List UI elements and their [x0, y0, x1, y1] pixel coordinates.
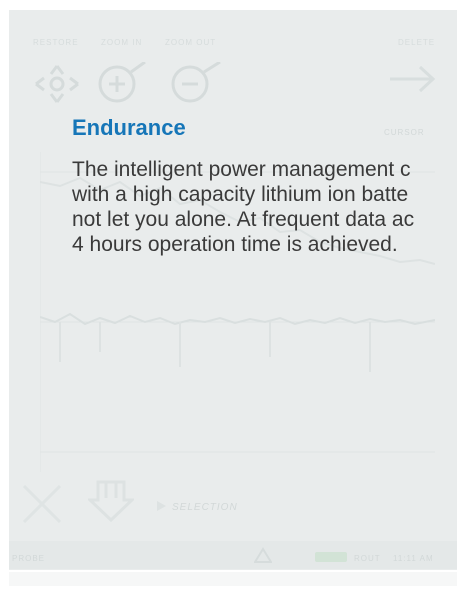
warning-icon	[254, 547, 272, 563]
description-line: The intelligent power management c	[72, 158, 411, 181]
close-icon	[22, 484, 62, 524]
clock-label: 11:11 AM	[393, 554, 434, 563]
selection-label: SELECTION	[172, 502, 238, 513]
device-status-bar	[9, 541, 457, 569]
feature-heading: Endurance	[72, 115, 186, 140]
feature-description: The intelligent power management c with …	[72, 157, 457, 257]
pan-arrows-icon	[35, 65, 79, 103]
zoom-in-label: ZOOM IN	[101, 38, 143, 47]
download-arrow-icon	[88, 480, 134, 523]
cursor-label: CURSOR	[384, 128, 425, 137]
battery-label: ROUT	[354, 554, 381, 563]
description-line: 4 hours operation time is achieved.	[72, 233, 398, 256]
description-line: not let you alone. At frequent data ac	[72, 208, 415, 231]
zoom-out-icon	[171, 62, 221, 103]
zoom-out-label: ZOOM OUT	[165, 38, 217, 47]
delete-label: DELETE	[398, 38, 436, 47]
arrow-right-icon	[390, 65, 436, 93]
device-footer-strip	[9, 572, 457, 586]
zoom-in-icon	[98, 62, 146, 103]
restore-label: RESTORE	[33, 38, 79, 47]
probe-label: PROBE	[12, 554, 46, 563]
description-line: with a high capacity lithium ion batte	[72, 183, 409, 206]
battery-indicator	[315, 552, 347, 562]
feature-slide: RESTORE ZOOM IN ZOOM OUT DELETE CURSOR S…	[0, 0, 457, 589]
play-triangle-icon	[157, 501, 166, 511]
device-top-toolbar: RESTORE ZOOM IN ZOOM OUT DELETE	[33, 38, 443, 50]
